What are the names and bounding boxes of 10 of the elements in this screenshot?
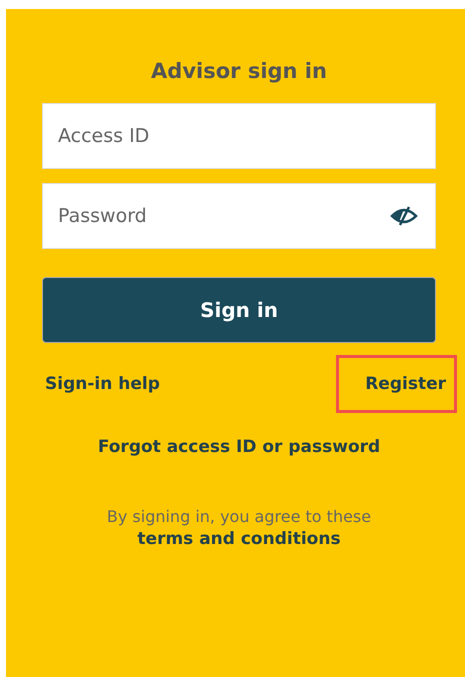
- terms-link[interactable]: terms and conditions: [137, 529, 341, 549]
- input-field[interactable]: Access ID: [42, 103, 436, 169]
- sign-in-button[interactable]: Sign in: [42, 277, 436, 343]
- agreement-text: By signing in, you agree to these: [106, 507, 372, 526]
- input-field[interactable]: Password: [42, 183, 436, 249]
- eye-slash-icon[interactable]: [390, 206, 418, 226]
- link[interactable]: Register: [336, 355, 457, 413]
- link[interactable]: Sign-in help: [42, 355, 163, 413]
- form-title: Advisor sign in: [150, 59, 328, 83]
- forgot-link[interactable]: Forgot access ID or password: [98, 437, 380, 457]
